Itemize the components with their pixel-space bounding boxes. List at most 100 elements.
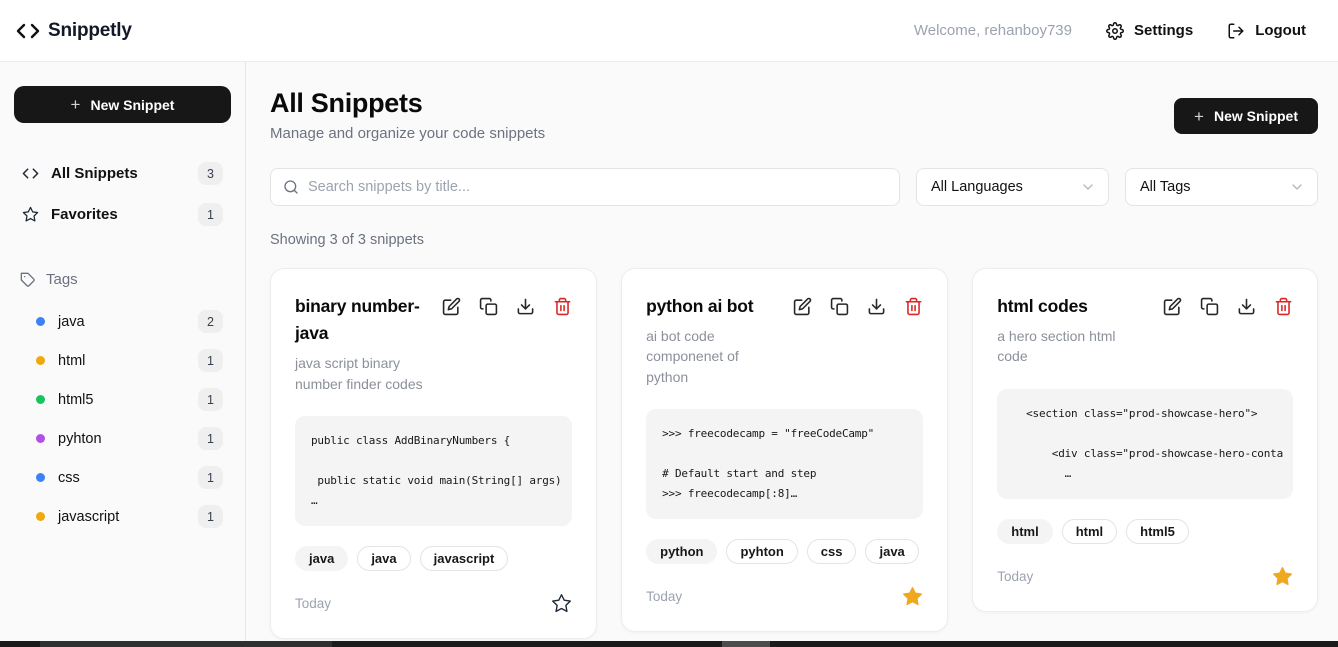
tag-count: 1 — [198, 388, 223, 411]
snippet-tag-pill: java — [357, 546, 410, 571]
delete-button[interactable] — [1274, 297, 1293, 316]
horizontal-scrollbar[interactable] — [0, 641, 1338, 647]
tag-label: java — [58, 314, 185, 330]
favorite-toggle[interactable] — [902, 586, 923, 607]
code-brackets-icon — [16, 19, 40, 43]
tag-count: 1 — [198, 349, 223, 372]
tag-label: javascript — [58, 509, 185, 525]
plus-icon: + — [1194, 108, 1204, 125]
scrollbar-thumb[interactable] — [722, 641, 770, 647]
snippet-card: binary number-java java script binary nu… — [270, 268, 597, 639]
favorite-toggle[interactable] — [1272, 566, 1293, 587]
favorite-toggle[interactable] — [551, 593, 572, 614]
language-filter-value: All Languages — [931, 179, 1023, 195]
sidebar-tag-item[interactable]: html5 1 — [14, 380, 231, 419]
snippet-date: Today — [295, 596, 331, 611]
search-icon — [283, 179, 299, 195]
snippet-tags: htmlhtmlhtml5 — [997, 519, 1293, 544]
snippet-title: html codes — [997, 293, 1157, 320]
edit-icon — [793, 297, 812, 316]
edit-icon — [1163, 297, 1182, 316]
logout-button[interactable]: Logout — [1227, 22, 1306, 40]
tag-count: 2 — [198, 310, 223, 333]
tag-label: html5 — [58, 392, 185, 408]
settings-label: Settings — [1134, 22, 1193, 39]
logout-label: Logout — [1255, 22, 1306, 39]
edit-button[interactable] — [793, 297, 812, 316]
trash-icon — [1274, 297, 1293, 316]
tag-count: 1 — [198, 466, 223, 489]
tag-filter-select[interactable]: All Tags — [1125, 168, 1318, 206]
copy-icon — [830, 297, 849, 316]
download-button[interactable] — [516, 297, 535, 316]
gear-icon — [1106, 22, 1124, 40]
snippet-date: Today — [997, 569, 1033, 584]
snippet-description: java script binary number finder codes — [295, 353, 436, 394]
sidebar-tag-item[interactable]: css 1 — [14, 458, 231, 497]
favorites-label: Favorites — [51, 206, 186, 223]
edit-button[interactable] — [442, 297, 461, 316]
download-icon — [516, 297, 535, 316]
tags-title: Tags — [46, 271, 78, 288]
snippet-card: html codes a hero section html code <sec… — [972, 268, 1318, 612]
snippet-card: python ai bot ai bot code componenet of … — [621, 268, 948, 632]
sidebar-item-all-snippets[interactable]: All Snippets 3 — [14, 153, 231, 194]
scrollbar-thumb[interactable] — [40, 641, 332, 647]
logout-icon — [1227, 22, 1245, 40]
snippet-tag-pill: pyhton — [726, 539, 797, 564]
copy-button[interactable] — [830, 297, 849, 316]
plus-icon: + — [71, 96, 81, 113]
tag-label: html — [58, 353, 185, 369]
tag-color-dot — [36, 434, 45, 443]
results-summary: Showing 3 of 3 snippets — [270, 232, 1318, 248]
new-snippet-button[interactable]: + New Snippet — [1174, 98, 1318, 134]
snippet-title: binary number-java — [295, 293, 436, 347]
sidebar-tag-item[interactable]: html 1 — [14, 341, 231, 380]
all-snippets-count: 3 — [198, 162, 223, 185]
sidebar: + New Snippet All Snippets 3 Favorites 1… — [0, 62, 246, 641]
tag-color-dot — [36, 317, 45, 326]
tag-color-dot — [36, 512, 45, 521]
sidebar-tag-item[interactable]: javascript 1 — [14, 497, 231, 536]
all-snippets-label: All Snippets — [51, 165, 186, 182]
app-logo: Snippetly — [16, 19, 132, 43]
download-button[interactable] — [1237, 297, 1256, 316]
star-icon — [22, 206, 39, 223]
download-button[interactable] — [867, 297, 886, 316]
snippet-tag-pill: java — [865, 539, 918, 564]
chevron-down-icon — [1289, 179, 1305, 195]
welcome-text: Welcome, rehanboy739 — [914, 22, 1072, 39]
copy-button[interactable] — [1200, 297, 1219, 316]
snippet-tag-pill: html — [997, 519, 1052, 544]
edit-button[interactable] — [1163, 297, 1182, 316]
top-header: Snippetly Welcome, rehanboy739 Settings … — [0, 0, 1338, 62]
snippet-date: Today — [646, 589, 682, 604]
code-preview: public class AddBinaryNumbers { public s… — [295, 416, 572, 526]
page-subtitle: Manage and organize your code snippets — [270, 125, 545, 142]
tag-color-dot — [36, 356, 45, 365]
code-brackets-icon — [22, 165, 39, 182]
delete-button[interactable] — [904, 297, 923, 316]
tag-list: java 2 html 1 html5 1 pyhton 1 css 1 jav… — [14, 302, 231, 536]
search-box — [270, 168, 900, 206]
settings-button[interactable]: Settings — [1106, 22, 1193, 40]
sidebar-new-snippet-button[interactable]: + New Snippet — [14, 86, 231, 123]
sidebar-tag-item[interactable]: java 2 — [14, 302, 231, 341]
sidebar-item-favorites[interactable]: Favorites 1 — [14, 194, 231, 235]
code-preview: <section class="prod-showcase-hero"> <di… — [997, 389, 1293, 499]
chevron-down-icon — [1080, 179, 1096, 195]
search-input[interactable] — [308, 179, 887, 195]
delete-button[interactable] — [553, 297, 572, 316]
trash-icon — [553, 297, 572, 316]
sidebar-tag-item[interactable]: pyhton 1 — [14, 419, 231, 458]
snippet-tag-pill: java — [295, 546, 348, 571]
favorites-count: 1 — [198, 203, 223, 226]
snippet-tags: java java javascript — [295, 546, 572, 571]
copy-button[interactable] — [479, 297, 498, 316]
star-icon — [551, 593, 572, 614]
snippet-tag-pill: html — [1062, 519, 1117, 544]
snippet-tag-pill: javascript — [420, 546, 509, 571]
star-icon — [1272, 566, 1293, 587]
tag-color-dot — [36, 395, 45, 404]
language-filter-select[interactable]: All Languages — [916, 168, 1109, 206]
